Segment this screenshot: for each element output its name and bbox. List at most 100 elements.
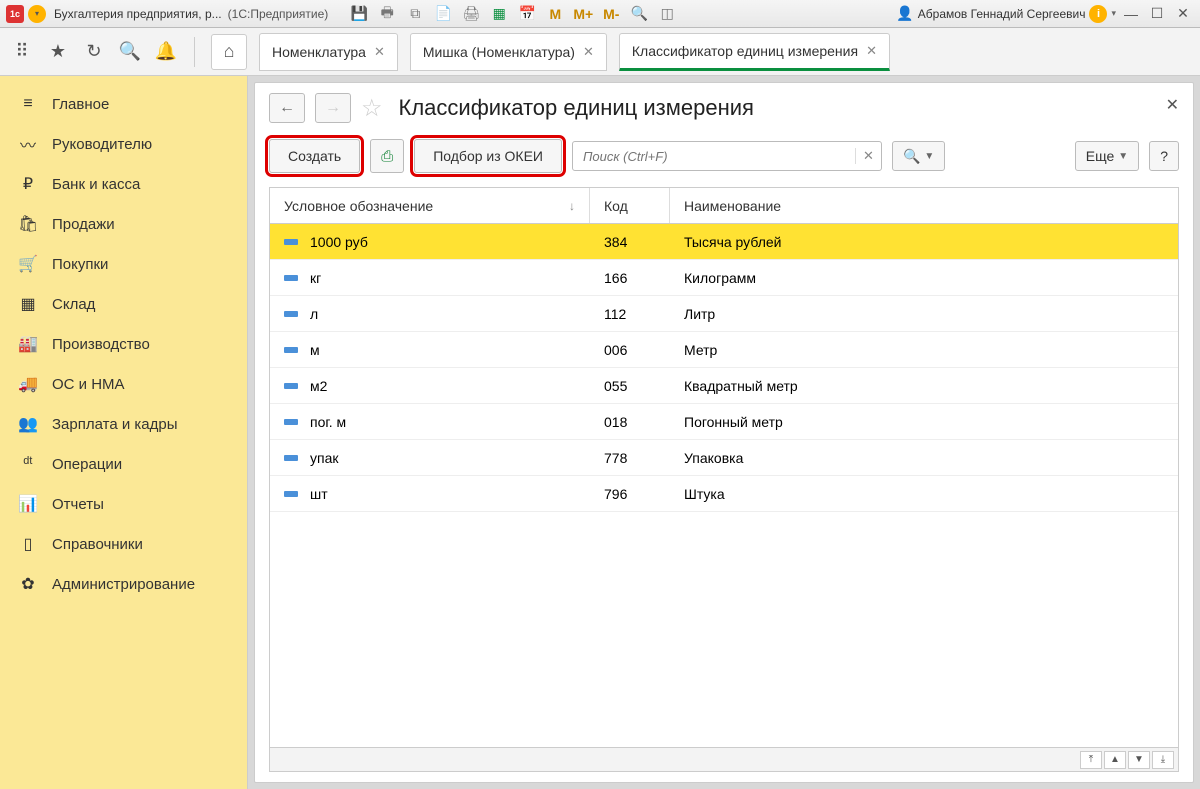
search-input[interactable]: [573, 149, 855, 164]
sidebar-item[interactable]: 🚚 ОС и НМА: [0, 364, 247, 404]
content-header: ← → ☆ Классификатор единиц измерения: [255, 83, 1193, 133]
maximize-button[interactable]: ☐: [1146, 5, 1168, 23]
forward-button[interactable]: →: [315, 93, 351, 123]
history-icon[interactable]: ↻: [82, 40, 106, 64]
search-icon[interactable]: 🔍: [118, 40, 142, 64]
tab-close-icon[interactable]: ✕: [374, 44, 385, 60]
table-row[interactable]: шт 796 Штука: [270, 476, 1178, 512]
cell-symbol: м: [310, 342, 320, 358]
compare-icon[interactable]: ⧉: [406, 5, 424, 23]
sidebar-item[interactable]: ᵈᵗ Операции: [0, 444, 247, 484]
units-table: Условное обозначение ↓ Код Наименование …: [269, 187, 1179, 772]
app-menu-dropdown[interactable]: ▾: [28, 5, 46, 23]
table-row[interactable]: л 112 Литр: [270, 296, 1178, 332]
tab-classifier[interactable]: Классификатор единиц измерения ✕: [619, 33, 890, 71]
search-dropdown-button[interactable]: 🔍 ▼: [892, 141, 945, 171]
scroll-up-icon[interactable]: ▲: [1104, 751, 1126, 769]
sidebar-item[interactable]: 〰Руководителю: [0, 124, 247, 164]
print-icon[interactable]: 🖶: [378, 5, 396, 23]
close-button[interactable]: ✕: [1172, 5, 1194, 23]
minimize-button[interactable]: —: [1120, 5, 1142, 23]
scroll-down-icon[interactable]: ▼: [1128, 751, 1150, 769]
sidebar-item[interactable]: ▦Склад: [0, 284, 247, 324]
row-icon: [284, 347, 298, 353]
column-symbol[interactable]: Условное обозначение ↓: [270, 188, 590, 223]
help-button[interactable]: ?: [1149, 141, 1179, 171]
document-icon[interactable]: 📄: [434, 5, 452, 23]
memory-mminus-icon[interactable]: M-: [602, 5, 620, 23]
sidebar-item-label: Операции: [52, 456, 122, 473]
user-name[interactable]: Абрамов Геннадий Сергеевич: [918, 7, 1086, 21]
table-row[interactable]: 1000 руб 384 Тысяча рублей: [270, 224, 1178, 260]
memory-m-icon[interactable]: M: [546, 5, 564, 23]
cell-name: Штука: [670, 486, 1178, 502]
favorites-icon[interactable]: ★: [46, 40, 70, 64]
row-icon: [284, 491, 298, 497]
column-code[interactable]: Код: [590, 188, 670, 223]
sidebar-item[interactable]: ≡ Главное: [0, 84, 247, 124]
cell-name: Упаковка: [670, 450, 1178, 466]
create-button[interactable]: Создать: [269, 139, 360, 173]
sidebar-item-icon: 🛒: [18, 254, 38, 274]
app-logo-icon: 1c: [6, 5, 24, 23]
table-row[interactable]: пог. м 018 Погонный метр: [270, 404, 1178, 440]
sidebar-item-label: Зарплата и кадры: [52, 416, 178, 433]
tab-nomenclature[interactable]: Номенклатура ✕: [259, 33, 398, 71]
home-button[interactable]: ⌂: [211, 34, 247, 70]
pick-from-okei-button[interactable]: Подбор из ОКЕИ: [414, 139, 562, 173]
apps-icon[interactable]: ⠿: [10, 40, 34, 64]
table-row[interactable]: упак 778 Упаковка: [270, 440, 1178, 476]
sidebar-item[interactable]: 🛒 Покупки: [0, 244, 247, 284]
info-icon[interactable]: i: [1089, 5, 1107, 23]
table-row[interactable]: м 006 Метр: [270, 332, 1178, 368]
sidebar-item-icon: 📊: [18, 494, 38, 514]
sidebar-item[interactable]: 📊Отчеты: [0, 484, 247, 524]
table-row[interactable]: м2 055 Квадратный метр: [270, 368, 1178, 404]
sidebar-item[interactable]: ₽Банк и касса: [0, 164, 247, 204]
cell-code: 112: [590, 306, 670, 322]
notifications-icon[interactable]: 🔔: [154, 40, 178, 64]
favorite-star-icon[interactable]: ☆: [361, 94, 383, 123]
panels-icon[interactable]: ◫: [658, 5, 676, 23]
sidebar-item[interactable]: ✿Администрирование: [0, 564, 247, 604]
row-icon: [284, 455, 298, 461]
print2-icon[interactable]: 🖨: [462, 5, 480, 23]
copy-button[interactable]: ⎙: [370, 139, 404, 173]
sidebar-item-icon: ≡: [18, 95, 38, 113]
scroll-top-icon[interactable]: ⤒: [1080, 751, 1102, 769]
cell-name: Метр: [670, 342, 1178, 358]
zoom-icon[interactable]: 🔍: [630, 5, 648, 23]
scroll-nav: ⤒ ▲ ▼ ⤓: [270, 747, 1178, 771]
sidebar-item[interactable]: 🛍Продажи: [0, 204, 247, 244]
calculator-icon[interactable]: ▦: [490, 5, 508, 23]
row-icon: [284, 419, 298, 425]
memory-mplus-icon[interactable]: M+: [574, 5, 592, 23]
sidebar-item[interactable]: 🏭Производство: [0, 324, 247, 364]
sidebar-item[interactable]: 👥 Зарплата и кадры: [0, 404, 247, 444]
tab-close-icon[interactable]: ✕: [583, 44, 594, 60]
sidebar-item-icon: 👥: [18, 414, 38, 434]
sidebar-item[interactable]: ▯Справочники: [0, 524, 247, 564]
sidebar-item-label: ОС и НМА: [52, 376, 125, 393]
clear-search-icon[interactable]: ✕: [855, 148, 881, 164]
back-button[interactable]: ←: [269, 93, 305, 123]
column-name[interactable]: Наименование: [670, 188, 1178, 223]
sidebar-item-icon: 🚚: [18, 374, 38, 394]
tab-mishka[interactable]: Мишка (Номенклатура) ✕: [410, 33, 607, 71]
sidebar-item-label: Покупки: [52, 256, 108, 273]
tab-close-icon[interactable]: ✕: [866, 43, 877, 59]
table-row[interactable]: кг 166 Килограмм: [270, 260, 1178, 296]
close-page-icon[interactable]: ✕: [1166, 95, 1179, 115]
sidebar-item-icon: 🏭: [18, 334, 38, 354]
sidebar-item-label: Главное: [52, 96, 109, 113]
calendar-icon[interactable]: 📅: [518, 5, 536, 23]
scroll-bottom-icon[interactable]: ⤓: [1152, 751, 1174, 769]
sidebar-item-icon: ᵈᵗ: [18, 455, 38, 473]
save-icon[interactable]: 💾: [350, 5, 368, 23]
sidebar-item-label: Руководителю: [52, 136, 152, 153]
more-button[interactable]: Еще ▼: [1075, 141, 1139, 171]
tab-label: Мишка (Номенклатура): [423, 44, 575, 60]
chevron-down-icon: ▼: [1118, 151, 1128, 162]
search-field[interactable]: ✕: [572, 141, 882, 171]
more-label: Еще: [1086, 148, 1115, 164]
